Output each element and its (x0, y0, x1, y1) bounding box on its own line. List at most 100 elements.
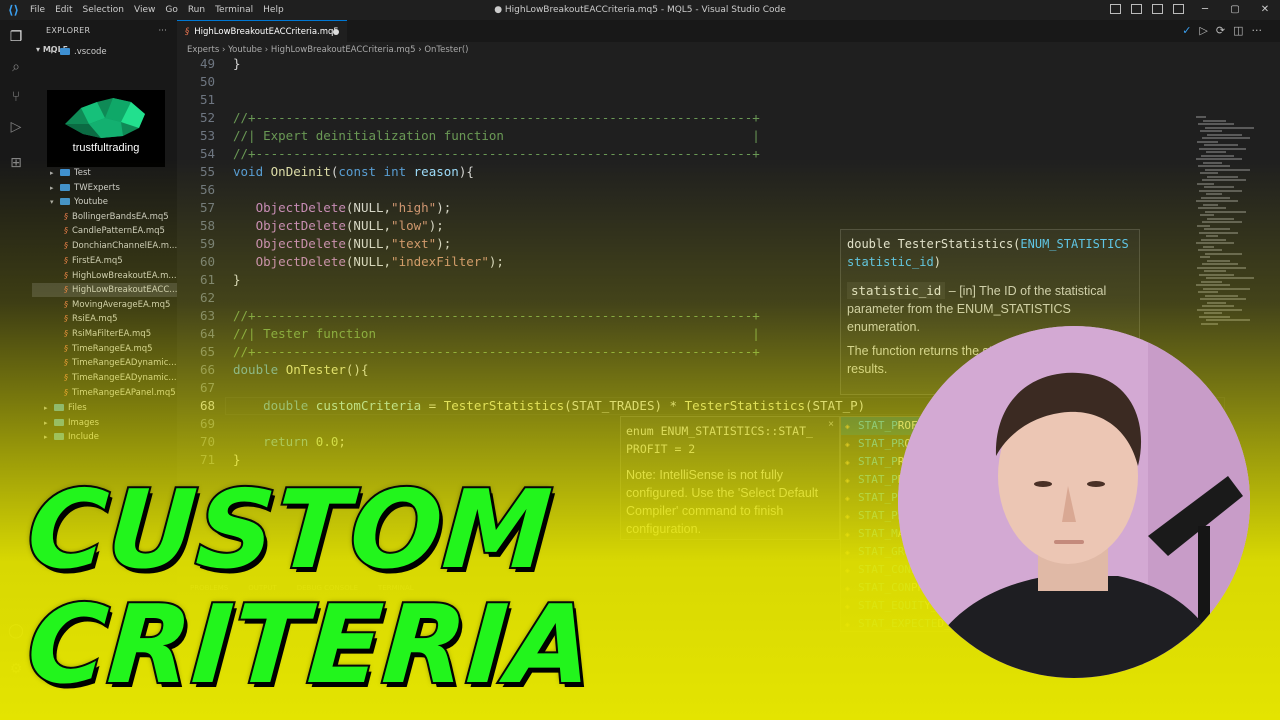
tree-folder[interactable]: ▸ Files (32, 401, 177, 415)
chevron-right-icon[interactable]: ▸ (50, 181, 60, 195)
chevron-right-icon[interactable]: ▸ (44, 430, 54, 444)
tree-item-label: BollingerBandsEA.mq5 (72, 212, 169, 222)
signature-enum[interactable]: ENUM_STATISTICS (1020, 237, 1128, 251)
search-icon[interactable]: ⌕ (7, 58, 25, 76)
tree-folder[interactable]: ▾ .vscode (32, 45, 177, 59)
minimap[interactable] (1196, 116, 1266, 336)
minimize-icon[interactable]: ─ (1190, 0, 1220, 20)
debug-run-icon[interactable]: ⟳ (1216, 24, 1225, 37)
tree-file[interactable]: § RsiMaFilterEA.mq5 (32, 327, 177, 341)
line-number: 57 (199, 200, 215, 215)
menu-item-run[interactable]: Run (188, 5, 205, 15)
menu-item-go[interactable]: Go (165, 5, 177, 15)
run-debug-icon[interactable]: ▷ (7, 118, 25, 136)
minimap-line (1199, 315, 1230, 318)
tree-file[interactable]: § FirstEA.mq5 (32, 254, 177, 268)
account-icon[interactable]: ◯ (7, 622, 25, 640)
suggestion-match: STAT_P (858, 509, 898, 522)
tree-file[interactable]: § DonchianChannelEA.m... (32, 239, 177, 253)
vscode-logo-icon: ⟨⟩ (8, 3, 19, 17)
code-token: customCriteria (315, 398, 422, 413)
manage-gear-icon[interactable]: ⚙ (7, 660, 25, 678)
tree-file[interactable]: § BollingerBandsEA.mq5 (32, 210, 177, 224)
line-number: 54 (199, 146, 215, 161)
tree-file[interactable]: § HighLowBreakoutEA.m... (32, 269, 177, 283)
menu-item-view[interactable]: View (134, 5, 155, 15)
tree-folder[interactable]: ▸ Include (32, 430, 177, 444)
tree-file[interactable]: § TimeRangeEADynamic... (32, 371, 177, 385)
chevron-right-icon[interactable]: ▸ (44, 416, 54, 430)
line-code: //| Expert deinitialization function | (233, 127, 760, 145)
explorer-icon[interactable]: ❐ (7, 28, 25, 46)
presenter-photo (898, 326, 1250, 678)
tab-active-file[interactable]: § HighLowBreakoutEACCriteria.mq5 (177, 20, 347, 42)
breadcrumb-item[interactable]: OnTester() (424, 45, 468, 55)
line-number: 68 (199, 398, 215, 413)
close-window-icon[interactable]: ✕ (1250, 0, 1280, 20)
enum-member-icon: ◈ (845, 548, 850, 557)
minimap-line (1203, 245, 1214, 248)
minimap-line (1200, 214, 1214, 216)
run-icon[interactable]: ▷ (1199, 24, 1207, 37)
toggle-sidebar-icon[interactable] (1110, 4, 1121, 14)
code-token: (STAT_TRADES) * (564, 398, 685, 413)
tree-folder[interactable]: ▸ Test (32, 166, 177, 180)
explorer-title: EXPLORER (46, 26, 91, 35)
tree-item-label: DonchianChannelEA.m... (72, 241, 177, 251)
chevron-down-icon[interactable]: ▾ (50, 195, 60, 209)
tree-folder[interactable]: ▸ Images (32, 416, 177, 430)
breadcrumb-item[interactable]: Experts (187, 45, 219, 55)
chevron-down-icon[interactable]: ▾ (50, 45, 60, 59)
code-token: reason (413, 164, 459, 179)
suggestion-match: STAT_EXPECTE (858, 617, 938, 630)
tree-file[interactable]: § CandlePatternEA.mq5 (32, 224, 177, 238)
line-code: //+-------------------------------------… (233, 109, 760, 127)
tree-item-label: HighLowBreakoutEA.m... (72, 271, 177, 281)
unsaved-dot-icon[interactable] (333, 29, 339, 35)
minimap-line (1202, 221, 1242, 223)
code-token: OnDeinit (270, 164, 331, 179)
close-details-icon[interactable]: × (828, 419, 834, 430)
breadcrumb-item[interactable]: Youtube (228, 45, 262, 55)
tree-file[interactable]: § RsiEA.mq5 (32, 312, 177, 326)
more-actions-icon[interactable]: ··· (158, 20, 167, 42)
menu-item-help[interactable]: Help (263, 5, 284, 15)
tree-item-label: TWExperts (74, 183, 120, 193)
maximize-icon[interactable]: ▢ (1220, 0, 1250, 20)
menu-item-file[interactable]: File (30, 5, 45, 15)
tree-folder[interactable]: ▾ Youtube (32, 195, 177, 209)
chevron-right-icon[interactable]: ▸ (50, 166, 60, 180)
line-code: double customCriteria = TesterStatistics… (233, 397, 865, 415)
more-icon[interactable]: ··· (1252, 24, 1263, 37)
toggle-panel-icon[interactable] (1131, 4, 1142, 14)
breadcrumb-item[interactable]: HighLowBreakoutEACCriteria.mq5 (271, 45, 416, 55)
tree-folder[interactable]: ▸ TWExperts (32, 181, 177, 195)
enum-member-icon: ◈ (845, 620, 850, 629)
tree-file[interactable]: § HighLowBreakoutEACC... (32, 283, 177, 297)
code-token: //| Expert deinitialization function | (233, 128, 760, 143)
chevron-right-icon[interactable]: ▸ (44, 401, 54, 415)
suggestion-match: STAT_PR (858, 437, 905, 450)
customize-layout-icon[interactable] (1173, 4, 1184, 14)
toggle-secondary-sidebar-icon[interactable] (1152, 4, 1163, 14)
tree-file[interactable]: § MovingAverageEA.mq5 (32, 298, 177, 312)
tree-file[interactable]: § TimeRangeEAPanel.mq5 (32, 386, 177, 400)
menu-item-terminal[interactable]: Terminal (215, 5, 253, 15)
check-icon[interactable]: ✓ (1182, 24, 1191, 37)
enum-member-icon: ◈ (845, 494, 850, 503)
code-token: (STAT_P) (805, 398, 866, 413)
extensions-icon[interactable]: ⊞ (7, 154, 25, 172)
tree-item-label: TimeRangeEA.mq5 (72, 344, 153, 354)
menu-item-edit[interactable]: Edit (55, 5, 72, 15)
mql5-file-icon: § (64, 314, 68, 323)
minimap-line (1198, 207, 1226, 209)
source-control-icon[interactable]: ⑂ (7, 88, 25, 106)
line-code: double OnTester(){ (233, 361, 368, 379)
signature-param: statistic_id (847, 255, 934, 269)
tree-file[interactable]: § TimeRangeEA.mq5 (32, 342, 177, 356)
split-editor-icon[interactable]: ◫ (1233, 24, 1243, 37)
menu-item-selection[interactable]: Selection (83, 5, 124, 15)
code-token: (){ (345, 362, 369, 377)
headline-line1: CUSTOM (22, 466, 558, 595)
tree-file[interactable]: § TimeRangeEADynamic... (32, 356, 177, 370)
